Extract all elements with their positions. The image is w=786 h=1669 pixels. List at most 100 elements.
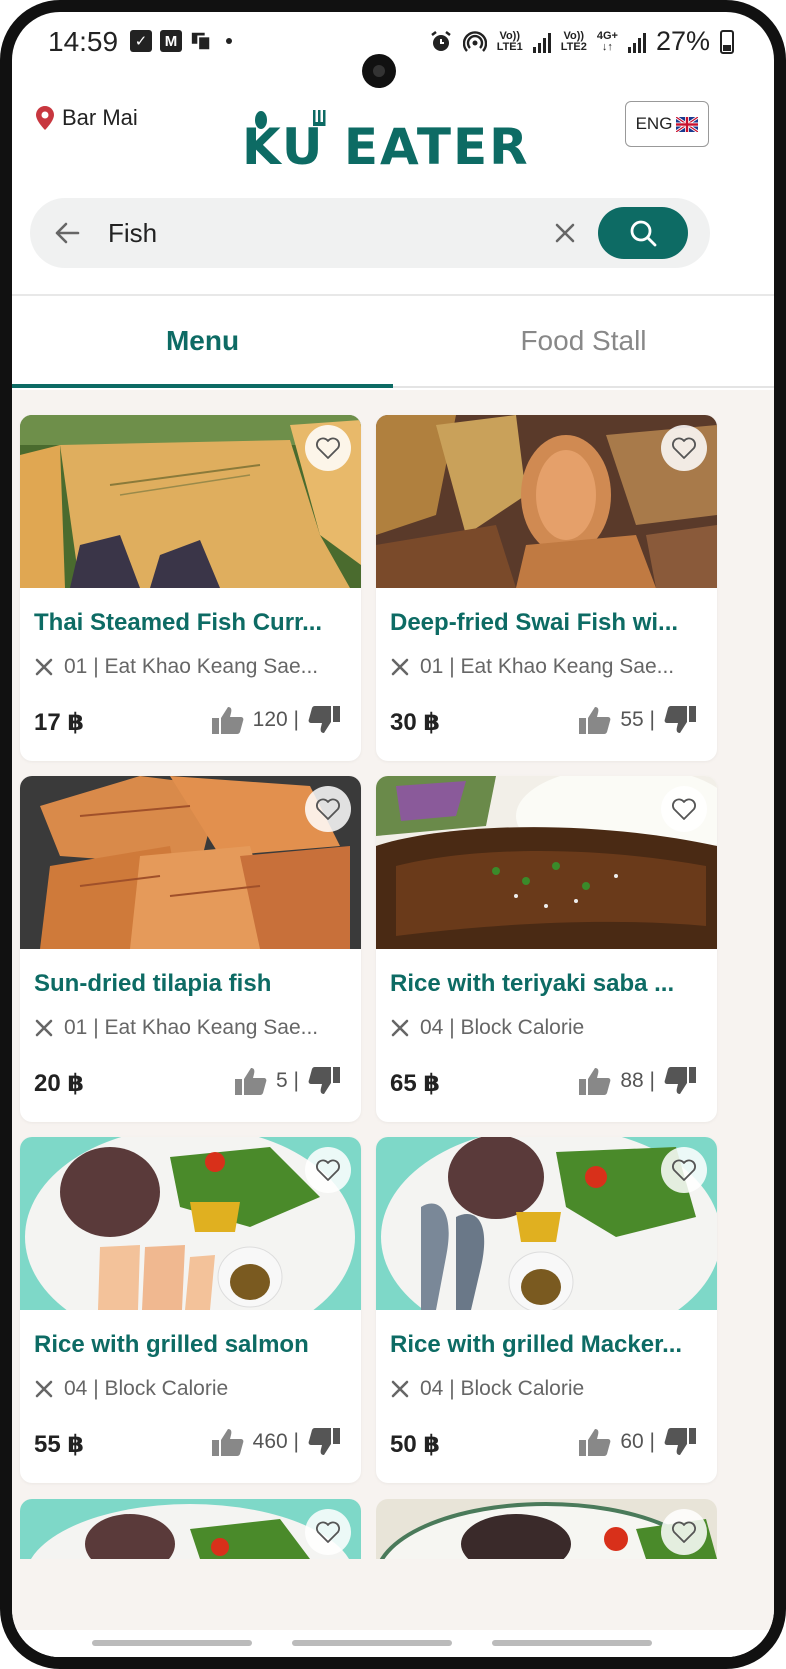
menu-price: 55 ฿ — [34, 1431, 85, 1458]
menu-title: Rice with teriyaki saba ... — [390, 970, 675, 997]
menu-card[interactable]: Sun-dried tilapia fish 01 | Eat Khao Kea… — [20, 776, 361, 1122]
stall-name: 04 | Block Calorie — [420, 1377, 585, 1400]
favorite-button[interactable] — [661, 425, 707, 471]
thumbs-down-icon[interactable] — [307, 1066, 341, 1096]
network-type-indicator: 4G+ ↓↑ — [596, 29, 618, 53]
search-input[interactable] — [108, 211, 548, 255]
stall-name: 01 | Eat Khao Keang Sae... — [64, 1016, 319, 1039]
next-row-partial — [20, 1499, 717, 1559]
tab-menu[interactable]: Menu — [12, 296, 393, 388]
back-arrow-icon[interactable] — [52, 218, 82, 248]
menu-title: Thai Steamed Fish Curr... — [34, 609, 323, 636]
menu-card[interactable]: Rice with grilled Macker... 04 | Block C… — [376, 1137, 717, 1483]
like-count: 60 | — [620, 1430, 655, 1453]
favorite-button[interactable] — [661, 1147, 707, 1193]
location-pin-icon — [36, 106, 54, 130]
heart-icon — [672, 1521, 696, 1543]
phone-frame: 14:59 ✓ M Vo))LTE1 Vo))LTE2 4G+↓↑ 27% — [0, 0, 786, 1669]
menu-title: Rice with grilled Macker... — [390, 1331, 683, 1358]
thumbs-down-icon[interactable] — [663, 1427, 697, 1457]
menu-results: Thai Steamed Fish Curr... 01 | Eat Khao … — [12, 390, 774, 1657]
heart-icon — [672, 437, 696, 459]
clear-icon[interactable] — [552, 220, 578, 246]
signal-2-icon — [627, 31, 646, 53]
thumbs-down-icon[interactable] — [307, 1427, 341, 1457]
gesture-bar — [12, 1630, 774, 1657]
menu-title: Rice with grilled salmon — [34, 1331, 309, 1358]
heart-icon — [672, 1159, 696, 1181]
system-icons: Vo)) LTE1 Vo)) LTE2 4G+ ↓↑ 27% — [429, 26, 734, 57]
language-button[interactable]: ENG — [625, 101, 709, 147]
menu-price: 20 ฿ — [34, 1070, 85, 1097]
search-button[interactable] — [598, 207, 688, 259]
notification-icons: ✓ M — [130, 30, 232, 52]
stall-name: 01 | Eat Khao Keang Sae... — [420, 655, 675, 678]
vote-section: 55 | — [578, 705, 697, 735]
thumbs-down-icon[interactable] — [307, 705, 341, 735]
menu-card[interactable]: Rice with teriyaki saba ... 04 | Block C… — [376, 776, 717, 1122]
cast-icon — [190, 30, 212, 52]
stall-name: 04 | Block Calorie — [420, 1016, 585, 1039]
favorite-button[interactable] — [661, 1509, 707, 1555]
like-count: 88 | — [620, 1069, 655, 1092]
gesture-pill-home[interactable] — [292, 1640, 452, 1646]
vote-section: 60 | — [578, 1427, 697, 1457]
thumbs-up-icon[interactable] — [211, 705, 245, 735]
favorite-button[interactable] — [305, 1509, 351, 1555]
stall-info: 01 | Eat Khao Keang Sae... — [34, 655, 354, 679]
hotspot-icon — [462, 30, 487, 52]
menu-card-partial[interactable] — [376, 1499, 717, 1559]
favorite-button[interactable] — [661, 786, 707, 832]
utensils-icon — [35, 1380, 53, 1398]
thumbs-down-icon[interactable] — [663, 705, 697, 735]
menu-card[interactable]: Deep-fried Swai Fish wi... 01 | Eat Khao… — [376, 415, 717, 761]
location-name: Bar Mai — [62, 105, 138, 130]
gesture-pill-right[interactable] — [492, 1640, 652, 1646]
like-count: 5 | — [276, 1069, 299, 1092]
search-icon — [630, 220, 657, 247]
stall-info: 04 | Block Calorie — [390, 1377, 710, 1401]
menu-price: 17 ฿ — [34, 709, 85, 736]
lte2-indicator: Vo)) LTE2 — [560, 29, 587, 53]
search-bar — [30, 198, 710, 268]
gesture-pill-left[interactable] — [92, 1640, 252, 1646]
thumbs-up-icon[interactable] — [234, 1066, 268, 1096]
utensils-icon — [35, 1019, 53, 1037]
stall-info: 01 | Eat Khao Keang Sae... — [34, 1016, 354, 1040]
menu-price: 50 ฿ — [390, 1431, 441, 1458]
vote-section: 5 | — [234, 1066, 341, 1096]
menu-card[interactable]: Thai Steamed Fish Curr... 01 | Eat Khao … — [20, 415, 361, 761]
language-label: ENG — [635, 114, 673, 133]
like-count: 460 | — [252, 1430, 299, 1453]
menu-card[interactable]: Rice with grilled salmon 04 | Block Calo… — [20, 1137, 361, 1483]
stall-info: 01 | Eat Khao Keang Sae... — [390, 655, 710, 679]
utensils-icon — [35, 658, 53, 676]
location-selector[interactable]: Bar Mai — [36, 105, 138, 131]
thumbs-up-icon[interactable] — [578, 1066, 612, 1096]
stall-name: 01 | Eat Khao Keang Sae... — [64, 655, 319, 678]
heart-icon — [672, 798, 696, 820]
logo-text: KU EATER — [242, 118, 530, 172]
check-box-icon: ✓ — [130, 30, 152, 52]
heart-icon — [316, 798, 340, 820]
heart-icon — [316, 1521, 340, 1543]
tab-food-stall[interactable]: Food Stall — [393, 296, 774, 386]
vote-section: 88 | — [578, 1066, 697, 1096]
menu-card-partial[interactable] — [20, 1499, 361, 1559]
favorite-button[interactable] — [305, 786, 351, 832]
thumbs-up-icon[interactable] — [211, 1427, 245, 1457]
stall-info: 04 | Block Calorie — [34, 1377, 354, 1401]
battery-icon — [720, 29, 734, 54]
status-time: 14:59 — [48, 26, 119, 57]
battery-percent: 27% — [655, 26, 710, 56]
favorite-button[interactable] — [305, 425, 351, 471]
menu-grid: Thai Steamed Fish Curr... 01 | Eat Khao … — [20, 415, 717, 1483]
thumbs-up-icon[interactable] — [578, 705, 612, 735]
gmail-icon: M — [160, 30, 182, 52]
stall-info: 04 | Block Calorie — [390, 1016, 710, 1040]
more-notifications-dot — [226, 38, 232, 44]
thumbs-up-icon[interactable] — [578, 1427, 612, 1457]
thumbs-down-icon[interactable] — [663, 1066, 697, 1096]
utensils-icon — [391, 1380, 409, 1398]
favorite-button[interactable] — [305, 1147, 351, 1193]
